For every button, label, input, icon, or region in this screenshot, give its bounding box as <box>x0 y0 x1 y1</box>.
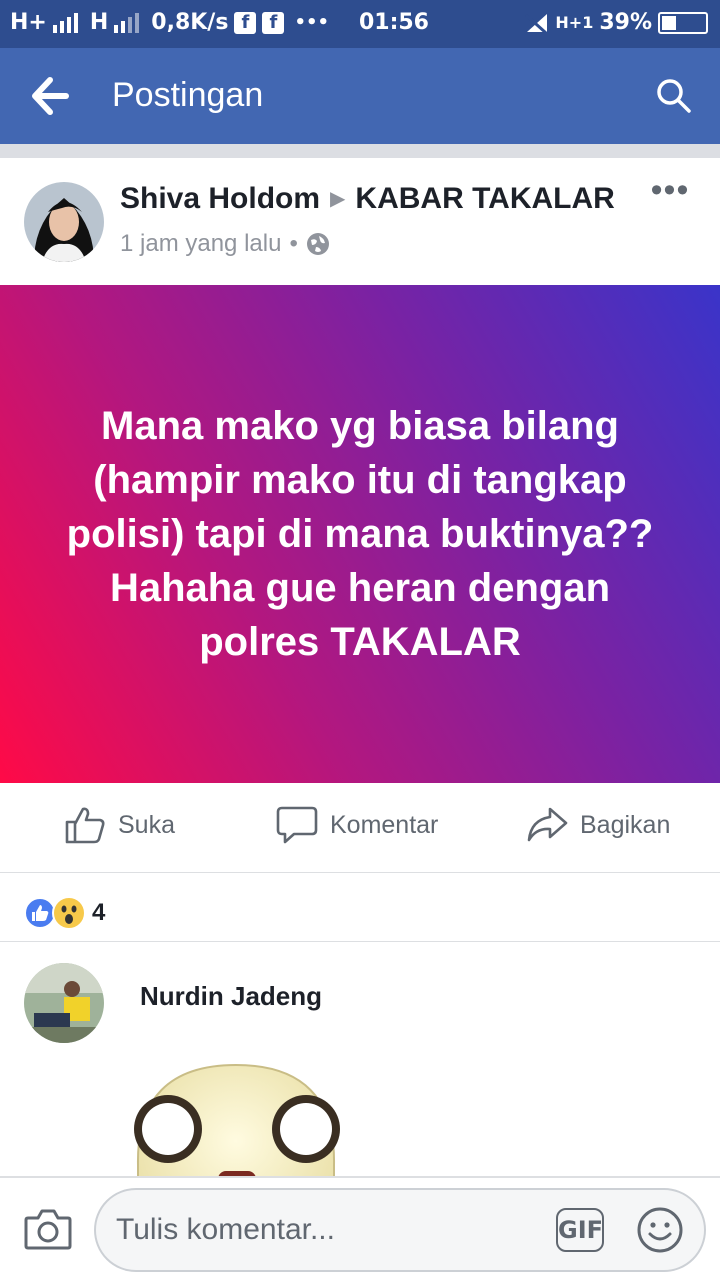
signal-icon-2 <box>114 12 140 33</box>
search-button[interactable] <box>654 76 694 116</box>
meta-separator: • <box>289 230 298 257</box>
app-bar: Postingan <box>0 48 720 144</box>
status-left: H+ H 0,8K/s f f ••• 01:56 <box>10 10 429 35</box>
comment-item: Nurdin Jadeng <box>0 943 720 1176</box>
search-icon <box>657 79 691 113</box>
camera-button[interactable] <box>24 1206 72 1250</box>
comment-bubble-icon <box>276 806 318 844</box>
post-time[interactable]: 1 jam yang lalu <box>120 230 281 258</box>
page-title: Postingan <box>112 76 264 114</box>
share-button[interactable]: Bagikan <box>526 805 670 845</box>
divider <box>0 144 720 158</box>
share-arrow-icon <box>527 807 568 842</box>
emoji-button[interactable] <box>636 1206 684 1254</box>
battery-percent: 39% <box>599 10 652 35</box>
post-header: Shiva Holdom ▶ KABAR TAKALAR 1 jam yang la… <box>0 158 720 284</box>
commenter-name[interactable]: Nurdin Jadeng <box>140 981 322 1012</box>
play-arrow-icon: ▶ <box>330 188 346 210</box>
post-text: Mana mako yg biasa bilang (hampir mako i… <box>66 404 654 664</box>
reactions-bar: 4 <box>0 874 720 942</box>
share-label: Bagikan <box>580 810 671 839</box>
reactions-summary[interactable]: 4 <box>24 896 105 930</box>
more-options-button[interactable]: ••• <box>650 173 690 210</box>
battery-icon <box>658 11 708 34</box>
post-actions: Suka Komentar Bagikan <box>0 783 720 873</box>
network-type-2: H <box>89 10 109 35</box>
post-content: Mana mako yg biasa bilang (hampir mako i… <box>0 285 720 783</box>
commenter-avatar[interactable] <box>24 963 104 1043</box>
like-label: Suka <box>118 810 175 839</box>
reaction-count: 4 <box>92 899 106 926</box>
network-type-1: H+ <box>10 10 47 35</box>
comment-label: Komentar <box>330 810 439 839</box>
back-button[interactable] <box>30 74 80 118</box>
more-notifications-icon: ••• <box>294 12 329 33</box>
author-name[interactable]: Shiva Holdom <box>120 182 320 215</box>
comment-input-wrapper: GIF <box>94 1188 706 1272</box>
comment-input[interactable] <box>116 1208 536 1252</box>
comment-button[interactable]: Komentar <box>276 805 438 845</box>
author-avatar[interactable] <box>24 182 104 262</box>
arrow-left-icon <box>32 77 69 115</box>
post-meta: 1 jam yang lalu • <box>120 230 330 258</box>
wow-reaction-icon <box>52 896 86 930</box>
surprised-face-sticker[interactable] <box>126 1055 346 1176</box>
status-bar: H+ H 0,8K/s f f ••• 01:56 H+1 39% <box>0 0 720 48</box>
clock: 01:56 <box>358 10 429 35</box>
author-line: Shiva Holdom ▶ KABAR TAKALAR <box>120 182 615 216</box>
like-button[interactable]: Suka <box>64 805 175 845</box>
signal-icon <box>52 12 78 33</box>
facebook-notification-icon-2: f <box>262 11 285 34</box>
smiley-icon <box>637 1207 683 1253</box>
facebook-notification-icon: f <box>234 11 257 34</box>
thumbs-up-icon <box>65 807 105 844</box>
comment-composer: GIF <box>0 1176 720 1280</box>
network-speed: 0,8K/s <box>151 10 229 35</box>
network-indicator: H+1 <box>555 13 594 32</box>
status-right: H+1 39% <box>525 10 708 35</box>
globe-icon <box>306 233 329 255</box>
no-sim-icon <box>525 13 548 34</box>
gif-button[interactable]: GIF <box>556 1208 604 1252</box>
camera-icon <box>24 1209 72 1250</box>
group-name[interactable]: KABAR TAKALAR <box>355 182 614 215</box>
